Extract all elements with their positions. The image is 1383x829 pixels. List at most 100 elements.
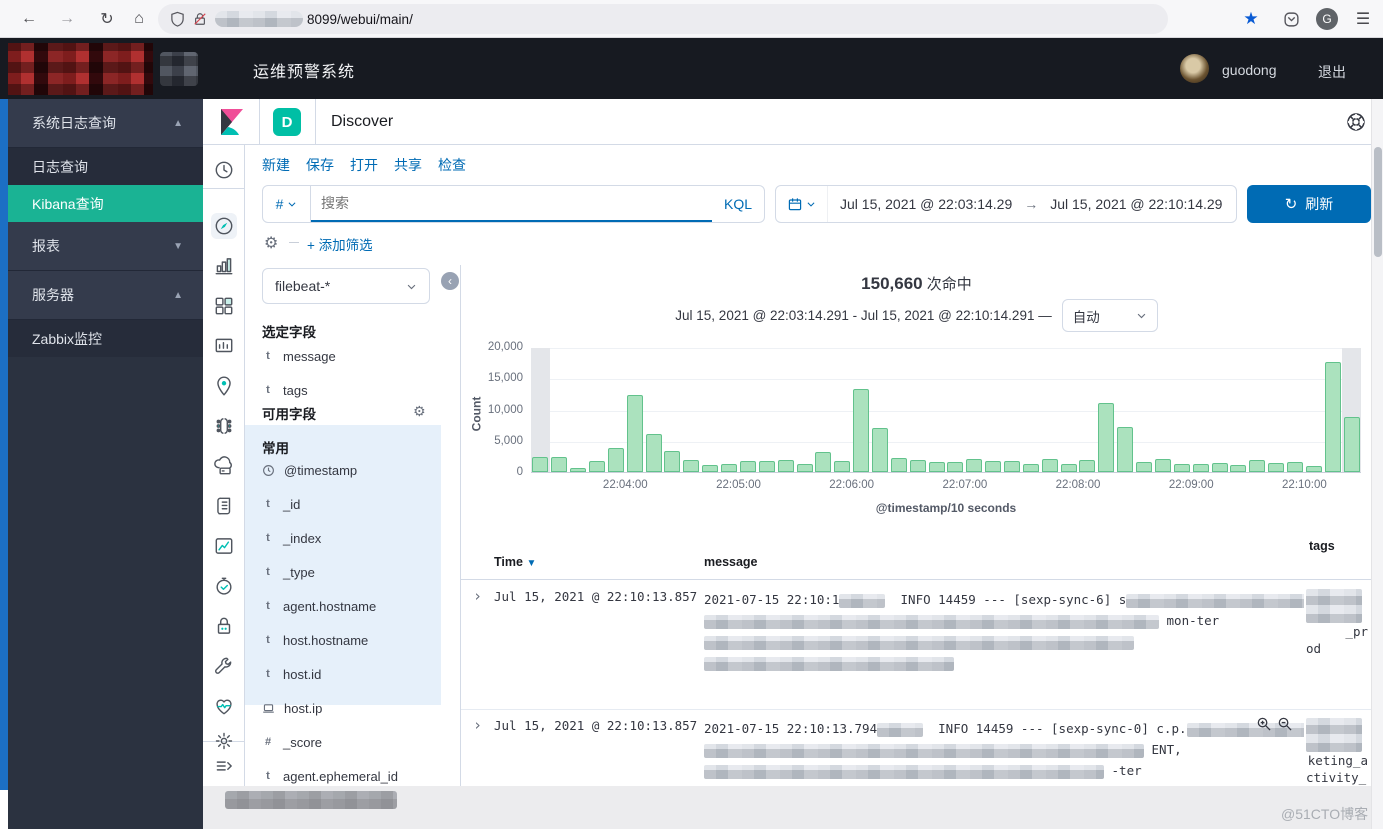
canvas-icon[interactable] xyxy=(211,333,237,359)
histogram-bar[interactable] xyxy=(1040,348,1059,472)
histogram-bar[interactable] xyxy=(1021,348,1040,472)
collapse-nav-icon[interactable] xyxy=(211,753,237,779)
histogram-bar[interactable] xyxy=(1116,348,1135,472)
histogram-bar[interactable] xyxy=(720,348,739,472)
histogram-bar[interactable] xyxy=(550,348,569,472)
refresh-button[interactable]: ↻ 刷新 xyxy=(1247,185,1371,223)
histogram-bar[interactable] xyxy=(606,348,625,472)
menu-icon[interactable]: ☰ xyxy=(1350,6,1376,32)
histogram-bar[interactable] xyxy=(927,348,946,472)
histogram-bar[interactable] xyxy=(531,348,550,472)
search-input[interactable] xyxy=(311,195,712,211)
kql-toggle[interactable]: KQL xyxy=(712,186,764,222)
table-row[interactable]: ›Jul 15, 2021 @ 22:10:13.8572021-07-15 2… xyxy=(461,710,1371,786)
menu-3[interactable]: 共享 xyxy=(394,155,422,175)
field-_index[interactable]: t_index xyxy=(262,529,321,547)
back-icon[interactable]: ← xyxy=(16,6,42,32)
maps-icon[interactable] xyxy=(211,373,237,399)
sidebar-item-4[interactable]: 服务器▲ xyxy=(8,271,203,320)
url-bar[interactable]: 8099/webui/main/ xyxy=(158,4,1168,34)
expand-row-icon[interactable]: › xyxy=(473,716,482,734)
metrics-icon[interactable] xyxy=(211,533,237,559)
index-pattern-select[interactable]: filebeat-* xyxy=(262,268,430,304)
visualize-icon[interactable] xyxy=(211,253,237,279)
machine-learning-icon[interactable] xyxy=(211,413,237,439)
reload-icon[interactable]: ↻ xyxy=(94,6,120,32)
histogram-bar[interactable] xyxy=(984,348,1003,472)
histogram-bar[interactable] xyxy=(852,348,871,472)
histogram-bar[interactable] xyxy=(1267,348,1286,472)
help-icon[interactable] xyxy=(1345,111,1367,133)
uptime-icon[interactable] xyxy=(211,573,237,599)
sidebar-item-0[interactable]: 系统日志查询▲ xyxy=(8,99,203,148)
field-host.ip[interactable]: host.ip xyxy=(262,699,322,717)
avatar[interactable] xyxy=(1180,54,1209,83)
histogram-bar[interactable] xyxy=(946,348,965,472)
calendar-icon[interactable] xyxy=(776,186,828,222)
expand-row-icon[interactable]: › xyxy=(473,587,482,605)
field-_score[interactable]: #_score xyxy=(262,733,322,751)
apm-icon[interactable] xyxy=(211,453,237,479)
shield-icon[interactable] xyxy=(170,11,185,27)
histogram-bar[interactable] xyxy=(908,348,927,472)
table-row[interactable]: ›Jul 15, 2021 @ 22:10:13.8572021-07-15 2… xyxy=(461,581,1371,710)
histogram-bar[interactable] xyxy=(1210,348,1229,472)
kibana-logo[interactable] xyxy=(217,107,247,137)
histogram-bar[interactable] xyxy=(871,348,890,472)
field-@timestamp[interactable]: @timestamp xyxy=(262,461,357,479)
sidebar-item-5[interactable]: Zabbix监控 xyxy=(8,320,203,357)
sidebar-item-3[interactable]: 报表▼ xyxy=(8,222,203,271)
sidebar-item-1[interactable]: 日志查询 xyxy=(8,148,203,185)
histogram-bar[interactable] xyxy=(833,348,852,472)
logout-button[interactable]: 退出 xyxy=(1318,62,1346,82)
forward-icon[interactable]: → xyxy=(54,6,80,32)
saved-query-menu-button[interactable]: # xyxy=(263,186,311,222)
histogram-bar[interactable] xyxy=(1135,348,1154,472)
dashboard-icon[interactable] xyxy=(211,293,237,319)
siem-icon[interactable] xyxy=(211,613,237,639)
time-to[interactable]: Jul 15, 2021 @ 22:10:14.29 xyxy=(1038,196,1234,212)
histogram-bar[interactable] xyxy=(1248,348,1267,472)
pocket-icon[interactable] xyxy=(1278,6,1304,32)
add-filter-button[interactable]: + 添加筛选 xyxy=(307,234,373,254)
histogram-bar[interactable] xyxy=(1078,348,1097,472)
field-host.hostname[interactable]: thost.hostname xyxy=(262,631,368,649)
histogram-bar[interactable] xyxy=(1342,348,1361,472)
histogram-bar[interactable] xyxy=(1003,348,1022,472)
profile-badge[interactable]: G xyxy=(1314,6,1340,32)
histogram-bar[interactable] xyxy=(1154,348,1173,472)
histogram-bar[interactable] xyxy=(1097,348,1116,472)
field-host.id[interactable]: thost.id xyxy=(262,665,321,683)
home-icon[interactable]: ⌂ xyxy=(126,6,152,32)
scrollbar-thumb[interactable] xyxy=(1374,147,1382,257)
histogram-bar[interactable] xyxy=(1229,348,1248,472)
histogram-bar[interactable] xyxy=(814,348,833,472)
field-agent.hostname[interactable]: tagent.hostname xyxy=(262,597,376,615)
recently-viewed-icon[interactable] xyxy=(211,157,237,183)
histogram-bar[interactable] xyxy=(1191,348,1210,472)
menu-4[interactable]: 检查 xyxy=(438,155,466,175)
interval-select[interactable]: 自动 xyxy=(1062,299,1158,332)
histogram-bar[interactable] xyxy=(663,348,682,472)
histogram-bar[interactable] xyxy=(1304,348,1323,472)
histogram-bar[interactable] xyxy=(1323,348,1342,472)
histogram-bar[interactable] xyxy=(1059,348,1078,472)
histogram-bar[interactable] xyxy=(776,348,795,472)
histogram-bar[interactable] xyxy=(1172,348,1191,472)
histogram-bar[interactable] xyxy=(739,348,758,472)
discover-app-badge[interactable]: D xyxy=(273,108,301,136)
histogram-bar[interactable] xyxy=(625,348,644,472)
management-icon[interactable] xyxy=(211,728,237,754)
logs-icon[interactable] xyxy=(211,493,237,519)
vertical-scrollbar[interactable] xyxy=(1371,99,1383,829)
dev-tools-icon[interactable] xyxy=(211,653,237,679)
field-tags[interactable]: ttags xyxy=(262,381,308,399)
column-message[interactable]: message xyxy=(704,555,758,569)
histogram-bar[interactable] xyxy=(965,348,984,472)
bookmark-star-icon[interactable]: ★ xyxy=(1238,6,1264,32)
stack-monitoring-icon[interactable] xyxy=(211,693,237,719)
histogram-bar[interactable] xyxy=(682,348,701,472)
menu-2[interactable]: 打开 xyxy=(350,155,378,175)
histogram-bar[interactable] xyxy=(889,348,908,472)
insecure-lock-icon[interactable] xyxy=(193,11,207,27)
